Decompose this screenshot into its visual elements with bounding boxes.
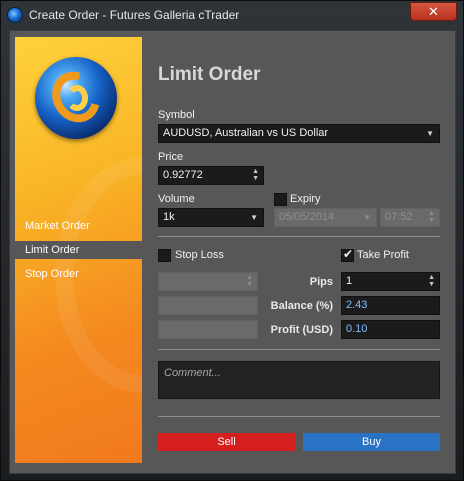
- chevron-down-icon: ▼: [426, 129, 434, 138]
- volume-value: 1k: [163, 211, 175, 223]
- stop-loss-checkbox[interactable]: [158, 249, 171, 262]
- page-title: Limit Order: [158, 64, 261, 85]
- close-button[interactable]: ✕: [410, 2, 457, 21]
- take-profit-label: Take Profit: [357, 249, 409, 261]
- take-profit-pips-stepper[interactable]: 1 ▲ ▼: [341, 272, 440, 291]
- stepper-arrows-icon[interactable]: ▲ ▼: [428, 210, 435, 224]
- dialog-body: Market Order Limit Order Stop Order Limi…: [9, 30, 456, 474]
- expiry-time-stepper[interactable]: 07:52 ▲ ▼: [380, 208, 440, 227]
- comment-placeholder: Comment...: [164, 367, 221, 379]
- title-bar: Create Order - Futures Galleria cTrader …: [1, 1, 463, 29]
- galleria-logo: [35, 57, 117, 139]
- ctrader-app-icon: [7, 7, 23, 23]
- pips-value: 1: [346, 275, 353, 287]
- expiry-checkbox[interactable]: [274, 193, 287, 206]
- sidebar-item-limit-order[interactable]: Limit Order: [15, 241, 142, 259]
- sell-button[interactable]: Sell: [158, 433, 295, 451]
- stepper-arrows-icon[interactable]: ▲ ▼: [246, 274, 253, 288]
- take-profit-profit-field[interactable]: 0.10: [341, 320, 440, 339]
- order-type-sidebar: Market Order Limit Order Stop Order: [15, 37, 142, 463]
- create-order-window: Create Order - Futures Galleria cTrader …: [0, 0, 464, 481]
- symbol-value: AUDUSD, Australian vs US Dollar: [163, 127, 329, 139]
- price-stepper[interactable]: 0.92772 ▲ ▼: [158, 166, 264, 185]
- expiry-date-picker[interactable]: 05/05/2014 ▼: [274, 208, 377, 227]
- expiry-date-value: 05/05/2014: [279, 211, 335, 223]
- buy-button[interactable]: Buy: [303, 433, 440, 451]
- volume-select[interactable]: 1k ▼: [158, 208, 264, 227]
- symbol-select[interactable]: AUDUSD, Australian vs US Dollar ▼: [158, 124, 440, 143]
- chevron-down-icon: ▼: [250, 213, 258, 222]
- expiry-label: Expiry: [290, 193, 321, 205]
- pips-label: Pips: [309, 276, 333, 288]
- take-profit-checkbox[interactable]: [341, 247, 354, 262]
- price-value: 0.92772: [163, 169, 203, 181]
- balance-value: 2.43: [346, 299, 368, 311]
- stop-loss-pips-stepper[interactable]: ▲ ▼: [158, 272, 258, 291]
- price-label: Price: [158, 151, 184, 163]
- sidebar-item-market-order[interactable]: Market Order: [15, 217, 142, 235]
- stepper-arrows-icon[interactable]: ▲ ▼: [428, 274, 435, 288]
- volume-label: Volume: [158, 193, 195, 205]
- balance-label: Balance (%): [270, 300, 333, 312]
- stop-loss-label: Stop Loss: [175, 249, 224, 261]
- take-profit-balance-field[interactable]: 2.43: [341, 296, 440, 315]
- comment-field[interactable]: Comment...: [158, 361, 440, 399]
- stop-loss-profit-field[interactable]: [158, 320, 258, 339]
- divider: [158, 236, 440, 237]
- stepper-arrows-icon[interactable]: ▲ ▼: [252, 168, 259, 182]
- divider: [158, 416, 440, 417]
- symbol-label: Symbol: [158, 109, 195, 121]
- divider: [158, 349, 440, 350]
- close-icon: ✕: [428, 4, 439, 19]
- stop-loss-balance-field[interactable]: [158, 296, 258, 315]
- expiry-time-value: 07:52: [385, 211, 413, 223]
- window-title: Create Order - Futures Galleria cTrader: [29, 8, 240, 22]
- profit-label: Profit (USD): [270, 324, 333, 336]
- order-form: Limit Order Symbol AUDUSD, Australian vs…: [158, 31, 450, 471]
- chevron-down-icon: ▼: [363, 213, 371, 222]
- sidebar-item-stop-order[interactable]: Stop Order: [15, 265, 142, 283]
- profit-value: 0.10: [346, 323, 368, 335]
